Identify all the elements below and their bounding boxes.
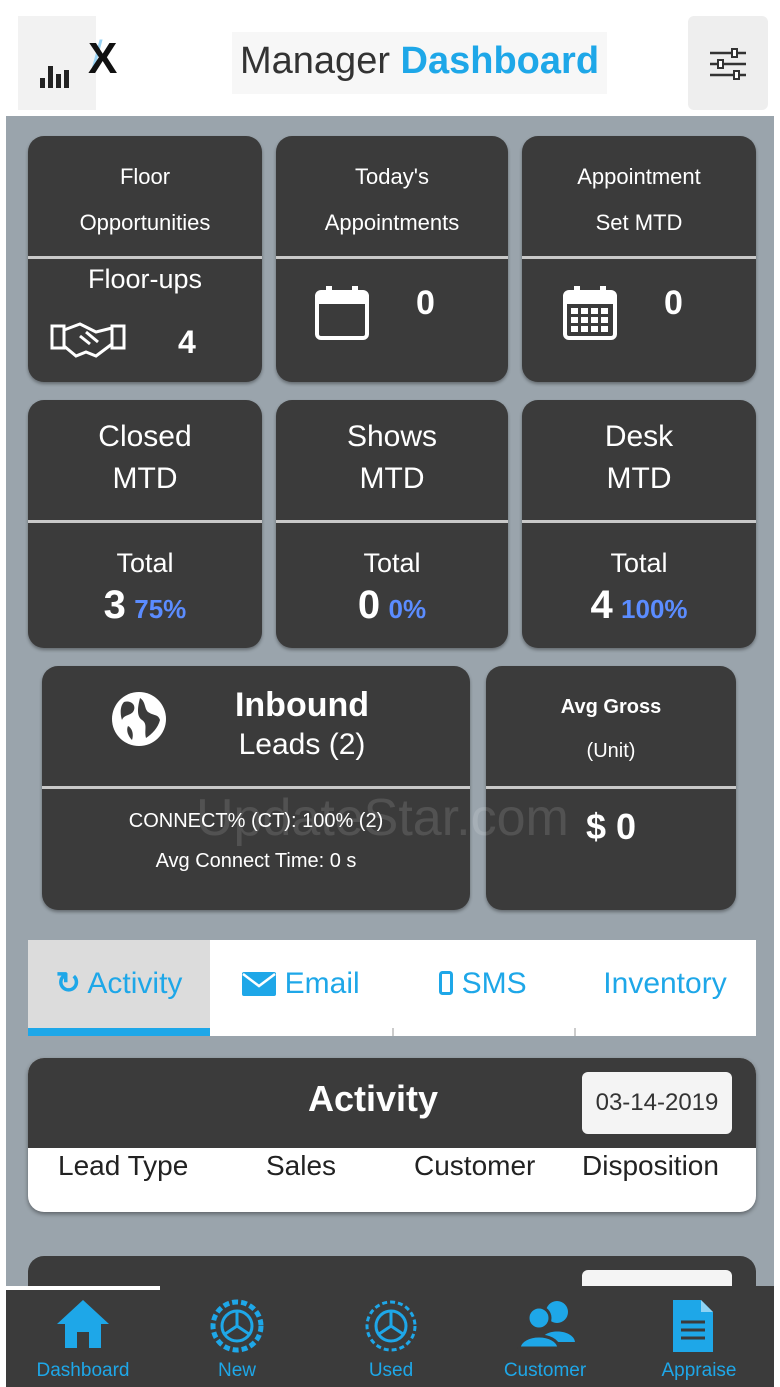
tile-title-line2: Set MTD [595,210,683,235]
nav-dashboard[interactable]: Dashboard [6,1286,160,1387]
tab-activity[interactable]: ↻ Activity [28,940,210,1028]
shows-percent: 0% [388,594,427,624]
globe-icon [112,692,166,746]
closed-total: 3 75% [28,584,262,630]
floor-ups-label: Floor-ups [87,264,203,294]
todays-appointments-count: 0 [416,284,435,322]
document-icon [673,1300,713,1352]
tab-email[interactable]: Email [210,940,392,1028]
tab-sms[interactable]: SMS [392,940,574,1028]
column-header-disposition: Disposition [582,1150,719,1181]
nav-new[interactable]: New [160,1286,314,1387]
tile-title-line2: MTD [359,462,425,495]
bar-chart-icon [40,60,72,88]
active-tab-indicator [28,1028,210,1036]
column-header-customer: Customer [414,1150,536,1181]
nav-label: Customer [503,1360,587,1381]
total-label: Total [363,548,421,578]
wheel-icon [210,1299,264,1353]
settings-menu-button[interactable] [688,16,768,110]
tile-title-line2: MTD [112,462,178,495]
floor-ups-count: 4 [178,324,196,360]
shows-mtd-tile[interactable]: Shows MTD Total 0 0% [276,400,508,648]
tile-title-line1: Desk [604,420,674,453]
tile-title-line2: MTD [606,462,672,495]
tab-label: Inventory [603,967,727,1000]
dashboard-body: Floor Opportunities Floor-ups 4 Today's … [6,116,774,1296]
avg-gross-line1: Avg Gross [560,696,662,718]
avg-gross-line2: (Unit) [586,740,636,762]
calendar-grid-icon [563,286,617,340]
desk-count: 4 [590,583,613,627]
nav-label: Dashboard [36,1360,130,1381]
total-label: Total [610,548,668,578]
sliders-icon [710,48,746,80]
page-title-accent: Dashboard [400,40,600,82]
desk-percent: 100% [621,594,688,624]
home-icon [57,1300,109,1348]
desk-total: 4 100% [522,584,756,630]
tab-label: Activity [87,967,183,1000]
activity-date-picker[interactable]: 03-14-2019 [582,1072,732,1134]
tab-inventory[interactable]: Inventory [574,940,756,1028]
page-title-plain: Manager [240,40,390,82]
nav-used[interactable]: Used [314,1286,468,1387]
activity-panel-title: Activity [307,1078,439,1119]
bottom-navigation: Dashboard New Used Customer Appraise [6,1286,774,1387]
inbound-title-line2: Leads (2) [238,728,366,761]
calendar-icon [315,286,369,340]
shows-total: 0 0% [276,584,508,630]
refresh-icon: ↻ [55,967,81,1000]
desk-mtd-tile[interactable]: Desk MTD Total 4 100% [522,400,756,648]
activity-panel: Activity 03-14-2019 Lead Type Sales Cust… [28,1058,756,1212]
activity-panel-header: Activity 03-14-2019 [28,1058,756,1148]
handshake-icon [50,322,126,358]
envelope-icon [242,972,277,996]
nav-label: Used [368,1360,414,1381]
nav-label: Appraise [661,1360,737,1381]
activity-tabs: ↻ Activity Email SMS Inventory [28,940,756,1036]
floor-opportunities-tile[interactable]: Floor Opportunities Floor-ups 4 [28,136,262,382]
shows-count: 0 [357,583,381,627]
todays-appointments-tile[interactable]: Today's Appointments 0 [276,136,508,382]
inbound-title-line1: Inbound [234,686,370,724]
tile-title-line1: Shows [346,420,438,453]
appointment-set-count: 0 [664,284,683,322]
users-icon [517,1301,575,1350]
watermark: UpdateStar.com [196,789,569,847]
closed-count: 3 [103,583,126,627]
tile-title-line1: Closed [98,420,192,453]
chart-icon-button[interactable] [18,16,96,110]
nav-customer[interactable]: Customer [468,1286,622,1387]
column-header-lead-type: Lead Type [58,1150,189,1181]
tab-label: Email [284,967,360,1000]
closed-mtd-tile[interactable]: Closed MTD Total 3 75% [28,400,262,648]
tile-title-line1: Floor [119,164,171,189]
header: / X Manager Dashboard [6,6,774,116]
appointment-set-mtd-tile[interactable]: Appointment Set MTD 0 [522,136,756,382]
wheel-icon [365,1300,417,1352]
total-label: Total [116,548,174,578]
tile-title-line2: Opportunities [79,210,211,235]
tile-title-line1: Appointment [577,164,701,189]
app-frame: / X Manager Dashboard Floor Opportunitie… [0,0,780,1387]
logo: X [88,34,118,83]
column-header-sales: Sales [266,1150,337,1181]
closed-percent: 75% [134,594,187,624]
tile-title-line1: Today's [355,164,429,189]
nav-appraise[interactable]: Appraise [622,1286,776,1387]
mobile-icon [439,971,454,995]
page-title: Manager Dashboard [232,32,608,94]
tile-title-line2: Appointments [324,210,460,235]
tab-label: SMS [461,967,527,1000]
nav-label: New [217,1360,256,1381]
